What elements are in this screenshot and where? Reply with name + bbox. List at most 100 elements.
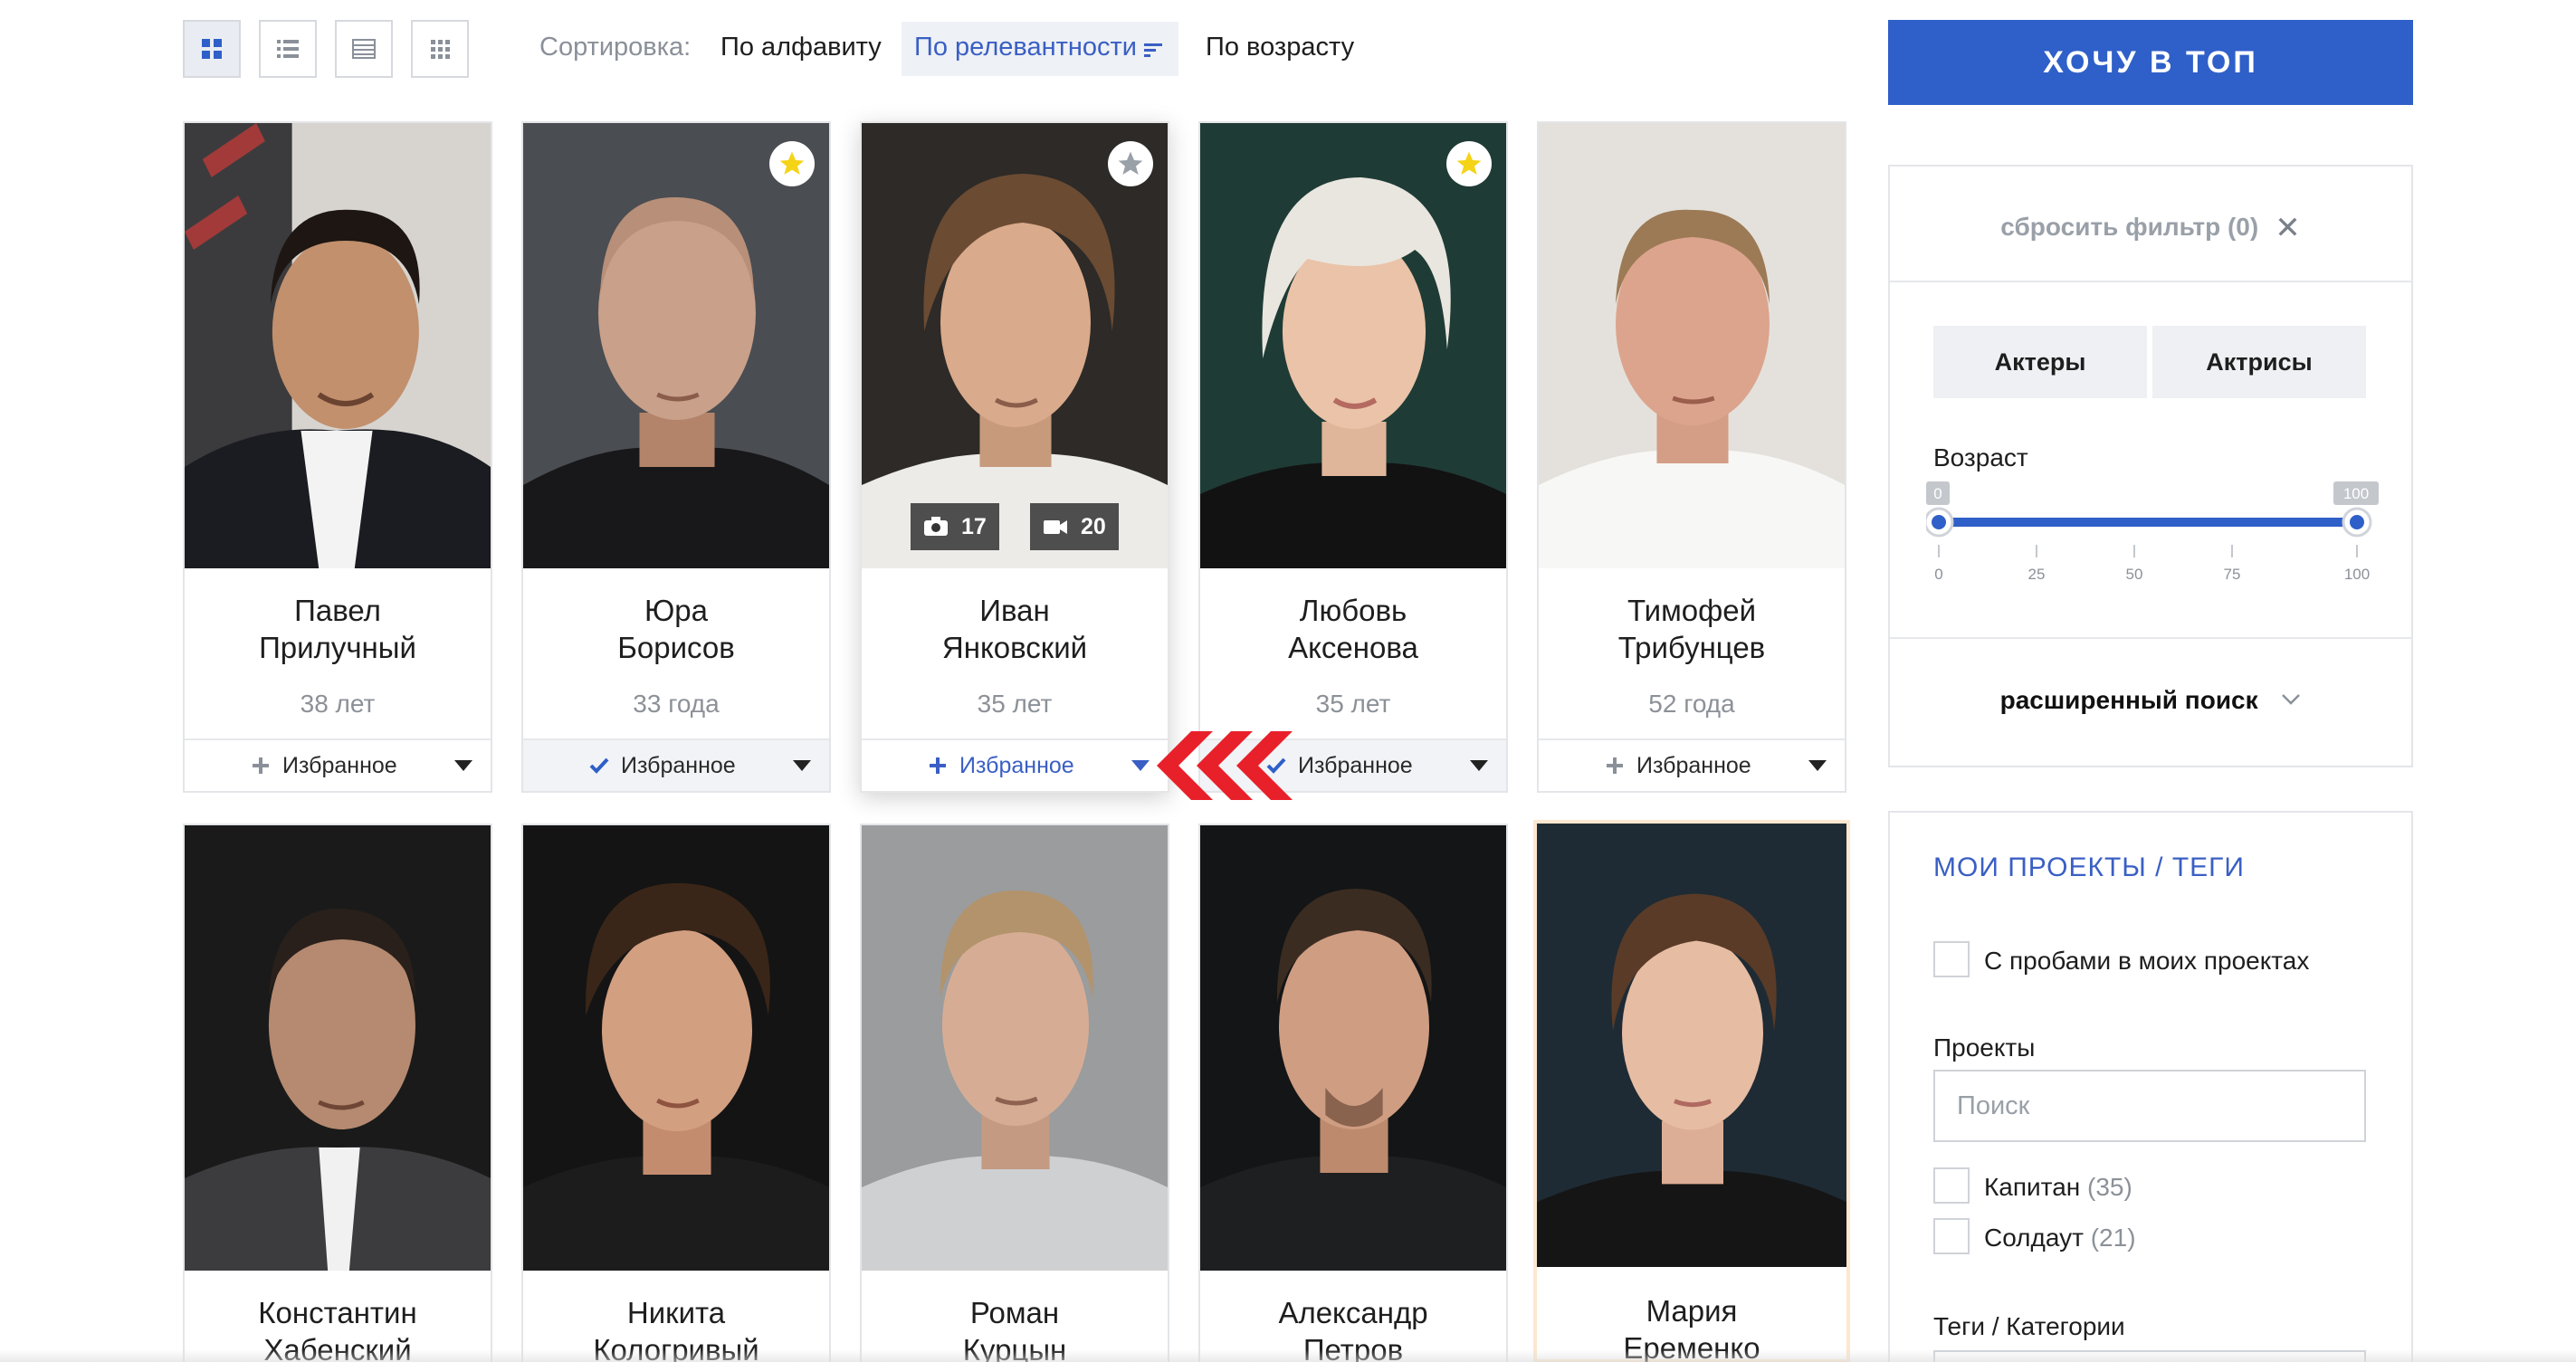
project-label[interactable]: Солдаут (21) [1984, 1224, 2136, 1252]
age-tick: 0 [1934, 566, 1942, 583]
favorite-label: Избранное [959, 753, 1074, 778]
favorite-label: Избранное [282, 753, 397, 778]
actor-photo[interactable] [185, 123, 491, 568]
plus-icon [1607, 757, 1623, 774]
actor-first-name: Юра [644, 594, 709, 627]
project-checkbox[interactable] [1933, 1218, 1970, 1254]
actor-name[interactable]: Павел Прилучный [185, 592, 491, 666]
actor-last-name: Прилучный [259, 631, 416, 664]
check-icon [589, 757, 609, 774]
age-tick: 100 [2344, 566, 2370, 583]
actor-first-name: Тимофей [1627, 594, 1757, 627]
actor-card[interactable]: Константин Хабенский [183, 824, 492, 1362]
view-grid-small-button[interactable] [411, 20, 469, 78]
actor-age: 35 лет [977, 690, 1053, 718]
actor-card[interactable]: Никита Кологривый [521, 824, 831, 1362]
top-star-button[interactable] [769, 141, 815, 186]
age-range-slider[interactable]: 0 100 0 25 50 75 100 [1926, 481, 2379, 608]
projects-search-input[interactable] [1935, 1072, 2364, 1140]
project-name: Капитан [1984, 1173, 2081, 1201]
actor-first-name: Иван [979, 594, 1050, 627]
actor-card[interactable]: Любовь Аксенова 35 лет Избранное [1198, 121, 1508, 793]
sort-alphabet-option[interactable]: По алфавиту [720, 33, 882, 62]
actor-name[interactable]: Юра Борисов [523, 592, 829, 666]
projects-search-field[interactable] [1933, 1070, 2366, 1142]
caret-down-icon [1808, 760, 1827, 771]
actor-card[interactable]: Александр Петров [1198, 824, 1508, 1362]
star-icon [1118, 151, 1143, 175]
view-list-button[interactable] [259, 20, 317, 78]
actor-card[interactable]: Роман Курцын [860, 824, 1169, 1362]
rows-icon [352, 39, 376, 59]
project-label[interactable]: Капитан (35) [1984, 1173, 2132, 1202]
actor-card[interactable]: Павел Прилучный 38 лет Избранное [183, 121, 492, 793]
trials-label[interactable]: С пробами в моих проектах [1984, 947, 2309, 976]
top-star-button[interactable] [1108, 141, 1153, 186]
actor-last-name: Янковский [941, 631, 1088, 664]
sort-relevance-option[interactable]: По релевантности [902, 22, 1178, 76]
bottom-edge-shadow [0, 1349, 2576, 1362]
favorite-label: Избранное [621, 753, 736, 778]
actor-first-name: Мария [1646, 1294, 1738, 1328]
actor-first-name: Роман [969, 1296, 1060, 1329]
project-name: Солдаут [1984, 1224, 2084, 1252]
photos-count-badge[interactable]: 17 [911, 503, 999, 550]
videos-count-badge[interactable]: 20 [1030, 503, 1119, 550]
favorite-dropdown[interactable]: Избранное [523, 738, 829, 791]
actor-photo[interactable] [523, 123, 829, 568]
sort-label: Сортировка: [539, 33, 692, 62]
favorite-dropdown[interactable]: Избранное [1539, 738, 1845, 791]
actor-name[interactable]: Любовь Аксенова [1200, 592, 1506, 666]
favorite-dropdown[interactable]: Избранное [862, 738, 1168, 791]
actresses-tab[interactable]: Актрисы [2152, 326, 2366, 398]
favorite-dropdown[interactable]: Избранное [185, 738, 491, 791]
project-checkbox[interactable] [1933, 1167, 1970, 1204]
actor-photo[interactable] [523, 825, 829, 1271]
project-count: (21) [2090, 1224, 2136, 1252]
actor-photo[interactable] [1537, 824, 1846, 1267]
actor-photo[interactable] [862, 825, 1168, 1271]
actor-photo[interactable]: 17 20 [862, 123, 1168, 568]
projects-panel: МОИ ПРОЕКТЫ / ТЕГИ С пробами в моих прое… [1888, 811, 2413, 1362]
actor-name[interactable]: Тимофей Трибунцев [1539, 592, 1845, 666]
actor-last-name: Трибунцев [1617, 631, 1766, 664]
caret-down-icon [793, 760, 811, 771]
top-star-button[interactable] [1446, 141, 1492, 186]
actor-photo[interactable] [185, 825, 491, 1271]
actor-card[interactable]: Тимофей Трибунцев 52 года Избранное [1537, 121, 1846, 793]
trials-checkbox[interactable] [1933, 941, 1970, 977]
project-count: (35) [2087, 1173, 2132, 1201]
actor-first-name: Александр [1278, 1296, 1428, 1329]
want-top-button[interactable]: ХОЧУ В ТОП [1888, 20, 2413, 105]
actors-tab[interactable]: Актеры [1933, 326, 2147, 398]
actor-age: 52 года [1648, 690, 1735, 718]
plus-icon [253, 757, 269, 774]
caret-down-icon [454, 760, 472, 771]
view-grid-large-button[interactable] [183, 20, 241, 78]
actor-card[interactable]: Мария Еременко [1533, 820, 1850, 1362]
actor-first-name: Любовь [1299, 594, 1407, 627]
actor-card[interactable]: 17 20 Иван Янковский 35 лет Избранное [860, 121, 1169, 793]
actor-photo[interactable] [1539, 123, 1845, 568]
favorite-label: Избранное [1298, 753, 1413, 778]
advanced-search-toggle[interactable]: расширенный поиск [1890, 686, 2411, 715]
reset-filter-label: сбросить фильтр (0) [2000, 213, 2259, 241]
actor-card[interactable]: Юра Борисов 33 года Избранное [521, 121, 831, 793]
age-label: Возраст [1933, 443, 2028, 471]
filter-panel: сбросить фильтр (0) ✕ Актеры Актрисы Возр… [1888, 165, 2413, 767]
sort-order-icon [1144, 43, 1162, 57]
close-icon: ✕ [2275, 211, 2301, 245]
actor-name[interactable]: Иван Янковский [862, 592, 1168, 666]
view-rows-button[interactable] [335, 20, 393, 78]
tags-categories-label: Теги / Категории [1933, 1312, 2125, 1340]
actor-first-name: Павел [294, 594, 381, 627]
sort-age-option[interactable]: По возрасту [1206, 33, 1354, 62]
age-max-badge: 100 [2343, 485, 2369, 502]
projects-label: Проекты [1933, 1033, 2036, 1062]
photos-count: 17 [961, 513, 987, 539]
camera-icon [924, 517, 948, 536]
actor-photo[interactable] [1200, 123, 1506, 568]
reset-filter-button[interactable]: сбросить фильтр (0) ✕ [1890, 210, 2411, 246]
actor-photo[interactable] [1200, 825, 1506, 1271]
age-min-badge: 0 [1933, 485, 1942, 502]
